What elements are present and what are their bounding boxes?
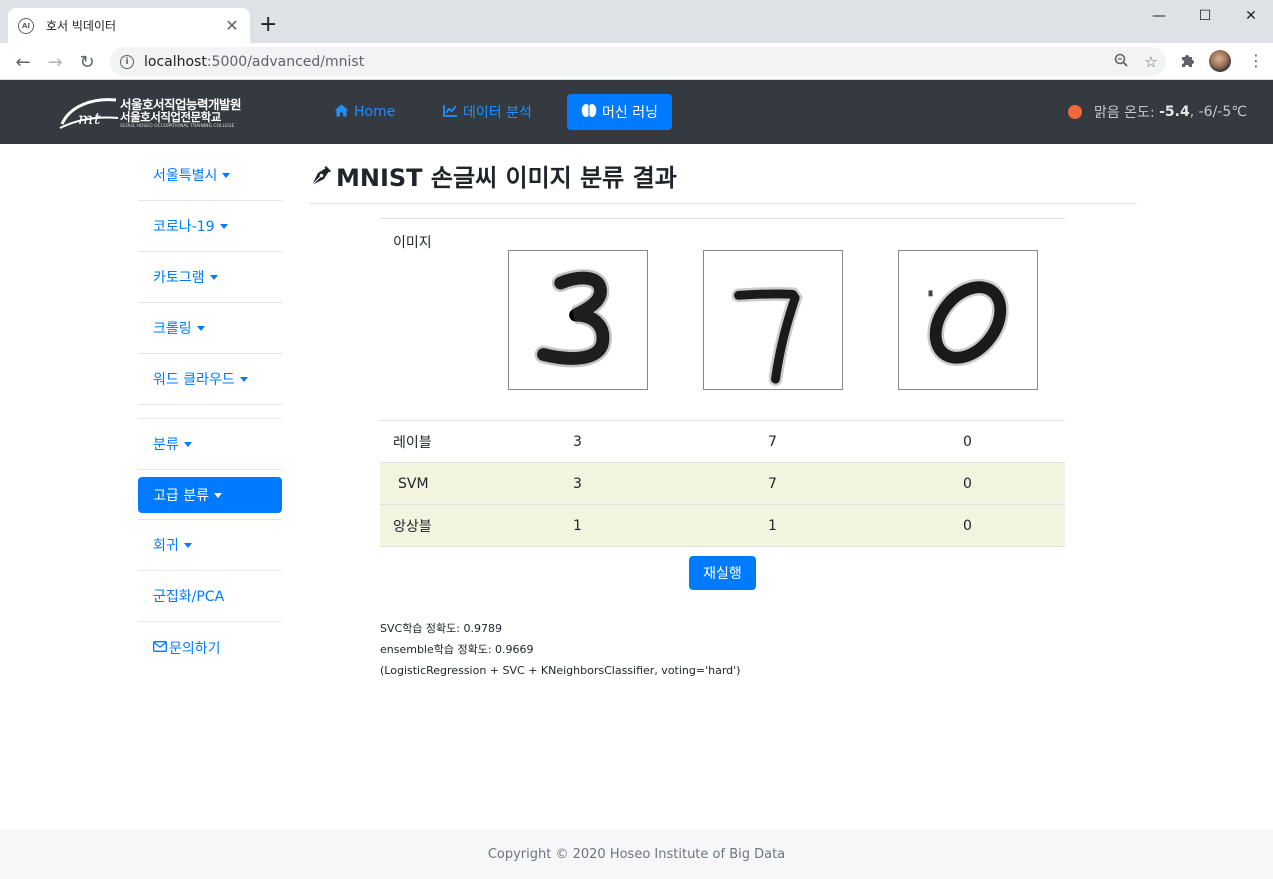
svg-text:t: t xyxy=(94,109,101,128)
profile-avatar[interactable] xyxy=(1209,50,1231,72)
sidebar-item-crawling[interactable]: 크롤링 xyxy=(138,303,282,354)
weather-range: , -6/-5℃ xyxy=(1189,104,1247,120)
row-header-image: 이미지 xyxy=(380,218,480,421)
table-cell: 1 xyxy=(675,504,870,547)
mnist-result-table: 이미지 레이블 3 7 0 SVM 3 7 0 앙상블 1 1 0 xyxy=(380,218,1065,547)
sidebar-item-cartogram[interactable]: 카토그램 xyxy=(138,252,282,303)
logo-swoosh-icon: m t xyxy=(59,98,119,129)
table-cell: 3 xyxy=(480,420,675,463)
table-row: 이미지 xyxy=(380,218,1065,421)
weather-widget: 맑음 온도: -5.4, -6/-5℃ xyxy=(1067,80,1247,144)
rerun-button[interactable]: 재실행 xyxy=(689,556,756,590)
copyright-text: Copyright © 2020 Hoseo Institute of Big … xyxy=(487,846,786,862)
ensemble-detail: (LogisticRegression + SVC + KNeighborsCl… xyxy=(380,664,741,677)
favicon-icon: AI xyxy=(18,17,34,34)
svc-accuracy: SVC학습 정확도: 0.9789 xyxy=(380,622,502,635)
menu-dots-icon[interactable]: ⋮ xyxy=(1248,51,1264,70)
caret-down-icon xyxy=(219,223,228,229)
table-cell: 0 xyxy=(870,420,1065,463)
ensemble-accuracy: ensemble학습 정확도: 0.9669 xyxy=(380,643,534,656)
sidebar-item-regression[interactable]: 회귀 xyxy=(138,520,282,571)
new-tab-icon[interactable]: + xyxy=(259,12,277,38)
sidebar: 서울특별시 코로나-19 카토그램 크롤링 워드 클라우드 분류 고급 분류 회… xyxy=(138,150,282,673)
sidebar-item-corona[interactable]: 코로나-19 xyxy=(138,201,282,252)
extensions-icon[interactable] xyxy=(1180,53,1195,72)
table-cell: 0 xyxy=(870,462,1065,505)
window-close-icon[interactable]: ✕ xyxy=(1228,0,1273,32)
table-cell: 0 xyxy=(870,504,1065,547)
digit-cell xyxy=(675,218,870,421)
back-icon[interactable]: ← xyxy=(10,49,36,75)
zoom-icon[interactable] xyxy=(1106,53,1136,71)
sidebar-item-seoul[interactable]: 서울특별시 xyxy=(138,150,282,201)
bookmark-star-icon[interactable]: ☆ xyxy=(1136,53,1166,71)
table-cell: 1 xyxy=(480,504,675,547)
table-row-svm: SVM 3 7 0 xyxy=(380,462,1065,505)
digit-image-3 xyxy=(507,250,648,390)
digit-cell xyxy=(870,218,1065,421)
caret-down-icon xyxy=(183,441,192,447)
digit-image-7 xyxy=(702,250,843,390)
sidebar-item-advanced-classification[interactable]: 고급 분류 xyxy=(138,477,282,513)
sidebar-item-wordcloud[interactable]: 워드 클라우드 xyxy=(138,354,282,405)
footer: Copyright © 2020 Hoseo Institute of Big … xyxy=(0,829,1273,879)
sidebar-divider xyxy=(138,405,282,419)
nav-data-analysis[interactable]: 데이터 분석 xyxy=(429,94,546,130)
table-cell: 7 xyxy=(675,420,870,463)
brain-icon xyxy=(581,103,597,122)
college-logo[interactable]: m t 서울호서직업능력개발원 서울호서직업전문학교 SEOUL HOSEO O… xyxy=(58,92,242,134)
forward-icon[interactable]: → xyxy=(42,49,68,75)
table-cell: 7 xyxy=(675,462,870,505)
nav-machine-learning[interactable]: 머신 러닝 xyxy=(567,94,672,130)
pen-nib-icon xyxy=(311,165,331,185)
row-header: SVM xyxy=(380,462,480,505)
sidebar-item-contact[interactable]: 문의하기 xyxy=(138,622,282,673)
table-row-ensemble: 앙상블 1 1 0 xyxy=(380,504,1065,547)
caret-down-icon xyxy=(209,274,218,280)
browser-tab[interactable]: AI 호서 빅데이터 ✕ xyxy=(8,8,250,43)
reload-icon[interactable]: ↻ xyxy=(74,49,100,75)
page-title: MNIST 손글씨 이미지 분류 결과 xyxy=(309,158,677,193)
maximize-icon[interactable]: ☐ xyxy=(1182,0,1228,32)
minimize-icon[interactable]: — xyxy=(1136,0,1182,32)
sidebar-item-clustering-pca[interactable]: 군집화/PCA xyxy=(138,571,282,622)
caret-down-icon xyxy=(222,172,231,178)
table-row-label: 레이블 3 7 0 xyxy=(380,420,1065,463)
row-header: 레이블 xyxy=(380,420,480,463)
chart-icon xyxy=(443,104,458,121)
digit-image-0 xyxy=(897,250,1038,390)
close-tab-icon[interactable]: ✕ xyxy=(224,16,240,35)
weather-sun-icon xyxy=(1067,105,1082,119)
caret-down-icon xyxy=(239,376,248,382)
row-header: 앙상블 xyxy=(380,504,480,547)
accuracy-notes: SVC학습 정확도: 0.9789 ensemble학습 정확도: 0.9669… xyxy=(380,618,740,681)
svg-text:m: m xyxy=(78,109,93,128)
site-navbar: m t 서울호서직업능력개발원 서울호서직업전문학교 SEOUL HOSEO O… xyxy=(0,80,1273,144)
caret-down-icon xyxy=(213,492,222,498)
weather-temp: -5.4 xyxy=(1159,104,1190,120)
title-divider xyxy=(309,203,1137,204)
nav-home[interactable]: Home xyxy=(320,94,409,130)
envelope-icon xyxy=(153,640,167,656)
home-icon xyxy=(334,104,349,121)
digit-cell xyxy=(480,218,675,421)
browser-tabstrip: AI 호서 빅데이터 ✕ + — ☐ ✕ xyxy=(0,0,1273,43)
address-bar[interactable]: i localhost:5000/advanced/mnist ☆ xyxy=(110,47,1166,76)
url-text[interactable]: localhost:5000/advanced/mnist xyxy=(144,54,1106,70)
caret-down-icon xyxy=(183,542,192,548)
tab-title: 호서 빅데이터 xyxy=(46,19,117,33)
table-cell: 3 xyxy=(480,462,675,505)
caret-down-icon xyxy=(196,325,205,331)
sidebar-item-classification[interactable]: 분류 xyxy=(138,419,282,470)
browser-toolbar: ← → ↻ i localhost:5000/advanced/mnist ☆ … xyxy=(0,43,1273,80)
site-info-icon[interactable]: i xyxy=(120,54,134,69)
